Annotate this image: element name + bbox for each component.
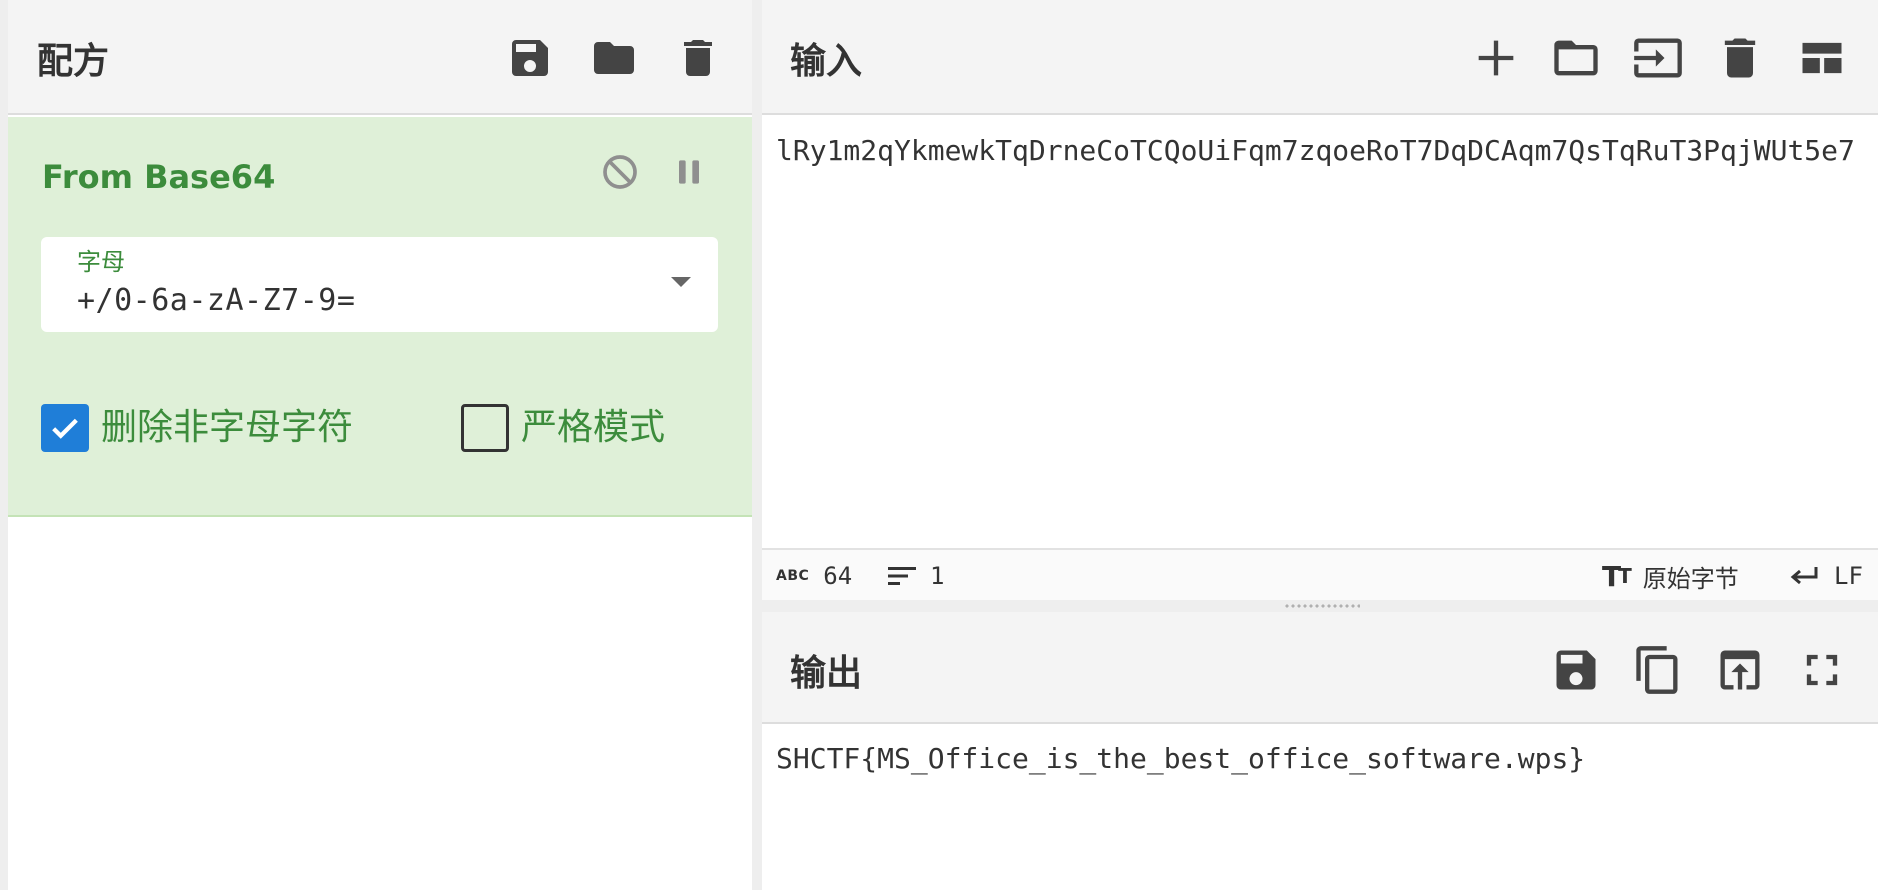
trash-icon — [1724, 38, 1756, 78]
maximise-output-button[interactable] — [1792, 642, 1852, 698]
recipe-header: 配方 — [8, 0, 752, 115]
eol-value: LF — [1834, 562, 1863, 590]
add-input-tab-button[interactable] — [1466, 30, 1526, 86]
input-panel: 输入 lRy1m2qYkmewkTqDrneCoTCQoUiFqm7zqoeRo… — [762, 0, 1878, 600]
input-arrow-icon — [1634, 38, 1682, 78]
input-title: 输入 — [790, 41, 863, 82]
folder-open-icon — [1554, 40, 1598, 76]
abc-icon: ABC — [776, 568, 810, 584]
output-header: 输出 — [762, 612, 1878, 724]
panel-divider[interactable] — [752, 0, 762, 890]
replace-input-button[interactable] — [1710, 642, 1770, 698]
checkbox-label: 删除非字母字符 — [101, 407, 354, 448]
chevron-down-icon[interactable] — [671, 277, 691, 287]
io-split-handle[interactable] — [762, 600, 1878, 612]
lines-value: 1 — [930, 562, 945, 590]
trash-icon — [684, 40, 712, 76]
input-textarea[interactable]: lRy1m2qYkmewkTqDrneCoTCQoUiFqm7zqoeRoT7D… — [776, 128, 1870, 173]
eol-button[interactable]: LF — [1788, 560, 1863, 592]
return-icon — [1788, 564, 1820, 588]
copy-output-button[interactable] — [1628, 642, 1688, 698]
operation-title: From Base64 — [42, 158, 276, 196]
alphabet-label: 字母 — [77, 248, 125, 276]
fullscreen-icon — [1806, 654, 1838, 686]
layout-icon — [1802, 42, 1842, 74]
chr-encoding-button[interactable]: TT 原始字节 — [1602, 559, 1739, 593]
operation-from-base64[interactable]: From Base64 字母 +/0-6a-zA-Z7-9= 删除非字母字符 严… — [8, 117, 752, 517]
encoding-value: 原始字节 — [1642, 564, 1739, 593]
check-icon — [52, 418, 78, 439]
load-recipe-button[interactable] — [586, 30, 642, 86]
lines-icon — [888, 564, 916, 588]
breakpoint-button[interactable] — [664, 147, 714, 197]
clear-input-button[interactable] — [1710, 30, 1770, 86]
save-icon — [1556, 650, 1596, 690]
strict-mode-checkbox[interactable]: 严格模式 — [461, 401, 665, 455]
pause-icon — [679, 160, 699, 184]
remove-non-alphabet-checkbox[interactable]: 删除非字母字符 — [41, 401, 353, 455]
input-header: 输入 — [762, 0, 1878, 115]
checkbox-label: 严格模式 — [521, 407, 666, 448]
copy-icon — [1636, 646, 1678, 694]
clear-recipe-button[interactable] — [670, 30, 726, 86]
upload-icon — [1720, 650, 1760, 690]
recipe-title: 配方 — [37, 41, 110, 82]
alphabet-select[interactable]: 字母 +/0-6a-zA-Z7-9= — [41, 237, 718, 332]
open-folder-button[interactable] — [1628, 30, 1688, 86]
lines-status: 1 — [888, 560, 944, 592]
grip-icon — [1284, 603, 1360, 609]
alphabet-value: +/0-6a-zA-Z7-9= — [77, 283, 356, 318]
open-file-button[interactable] — [1546, 30, 1606, 86]
save-recipe-button[interactable] — [502, 30, 558, 86]
text-type-icon: TT — [1602, 559, 1632, 593]
save-icon — [512, 40, 548, 76]
output-textarea[interactable]: SHCTF{MS_Office_is_the_best_office_softw… — [776, 736, 1870, 781]
length-status: ABC 64 — [776, 560, 852, 592]
length-value: 64 — [823, 562, 853, 590]
disable-icon — [603, 155, 637, 189]
reset-layout-button[interactable] — [1792, 30, 1852, 86]
input-status-bar: ABC 64 1 TT 原始字节 LF — [762, 548, 1878, 600]
checkbox-unchecked[interactable] — [461, 404, 509, 452]
checkbox-checked[interactable] — [41, 404, 89, 452]
plus-icon — [1478, 40, 1514, 76]
disable-operation-button[interactable] — [595, 147, 645, 197]
recipe-panel: 配方 From Base64 字母 +/0-6a-zA-Z7-9= 删除非字母字… — [0, 0, 752, 890]
folder-icon — [594, 42, 634, 74]
save-output-button[interactable] — [1546, 642, 1606, 698]
output-title: 输出 — [790, 653, 863, 694]
